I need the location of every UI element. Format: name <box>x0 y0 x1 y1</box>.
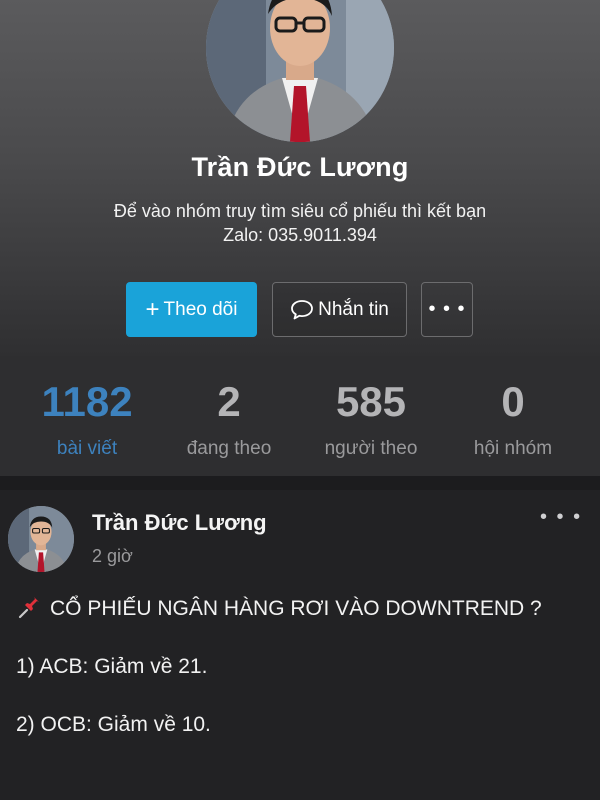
pushpin-icon <box>18 597 39 619</box>
follow-label: Theo dõi <box>163 298 238 320</box>
post-content: CỔ PHIẾU NGÂN HÀNG RƠI VÀO DOWNTREND ? 1… <box>16 594 586 740</box>
stat-label: đang theo <box>186 438 272 459</box>
stat-value: 2 <box>217 378 241 425</box>
profile-stats: 1182 bài viết 2 đang theo 585 người theo… <box>0 356 600 476</box>
profile-bio: Để vào nhóm truy tìm siêu cổ phiếu thì k… <box>0 199 600 247</box>
post-line: 1) ACB: Giảm về 21. <box>16 655 208 678</box>
post-more-button[interactable]: • • • <box>540 506 582 529</box>
person-photo-avatar <box>206 0 394 142</box>
post-author-name[interactable]: Trần Đức Lương <box>92 510 267 536</box>
post-line: 2) OCB: Giảm về 10. <box>16 713 211 736</box>
more-dots-icon: • • • <box>428 298 466 320</box>
post-card: Trần Đức Lương 2 giờ • • • CỔ PHIẾU NGÂN… <box>0 490 600 800</box>
stat-label: bài viết <box>56 438 118 459</box>
stat-label: người theo <box>324 438 418 459</box>
stat-value: 1182 <box>41 378 133 425</box>
follow-button[interactable]: + Theo dõi <box>126 282 257 337</box>
profile-avatar[interactable] <box>206 0 394 142</box>
post-author-avatar[interactable] <box>8 506 74 572</box>
stat-label: hội nhóm <box>473 438 553 459</box>
speech-bubble-icon <box>291 299 314 319</box>
person-photo-avatar <box>8 506 74 572</box>
profile-header: Trần Đức Lương Để vào nhóm truy tìm siêu… <box>0 0 600 356</box>
post-headline: CỔ PHIẾU NGÂN HÀNG RƠI VÀO DOWNTREND ? <box>16 594 586 624</box>
more-options-button[interactable]: • • • <box>421 282 473 337</box>
message-label: Nhắn tin <box>318 298 389 320</box>
plus-icon: + <box>145 295 160 323</box>
profile-name: Trần Đức Lương <box>191 152 409 182</box>
bio-line: Để vào nhóm truy tìm siêu cổ phiếu thì k… <box>113 201 487 221</box>
stat-value: 585 <box>335 378 407 425</box>
post-timestamp: 2 giờ <box>92 546 133 566</box>
stat-value: 0 <box>501 378 525 425</box>
post-headline-text: CỔ PHIẾU NGÂN HÀNG RƠI VÀO DOWNTREND ? <box>50 597 542 620</box>
message-button[interactable]: Nhắn tin <box>272 282 407 337</box>
bio-contact-line: Zalo: 035.9011.394 <box>223 225 377 245</box>
